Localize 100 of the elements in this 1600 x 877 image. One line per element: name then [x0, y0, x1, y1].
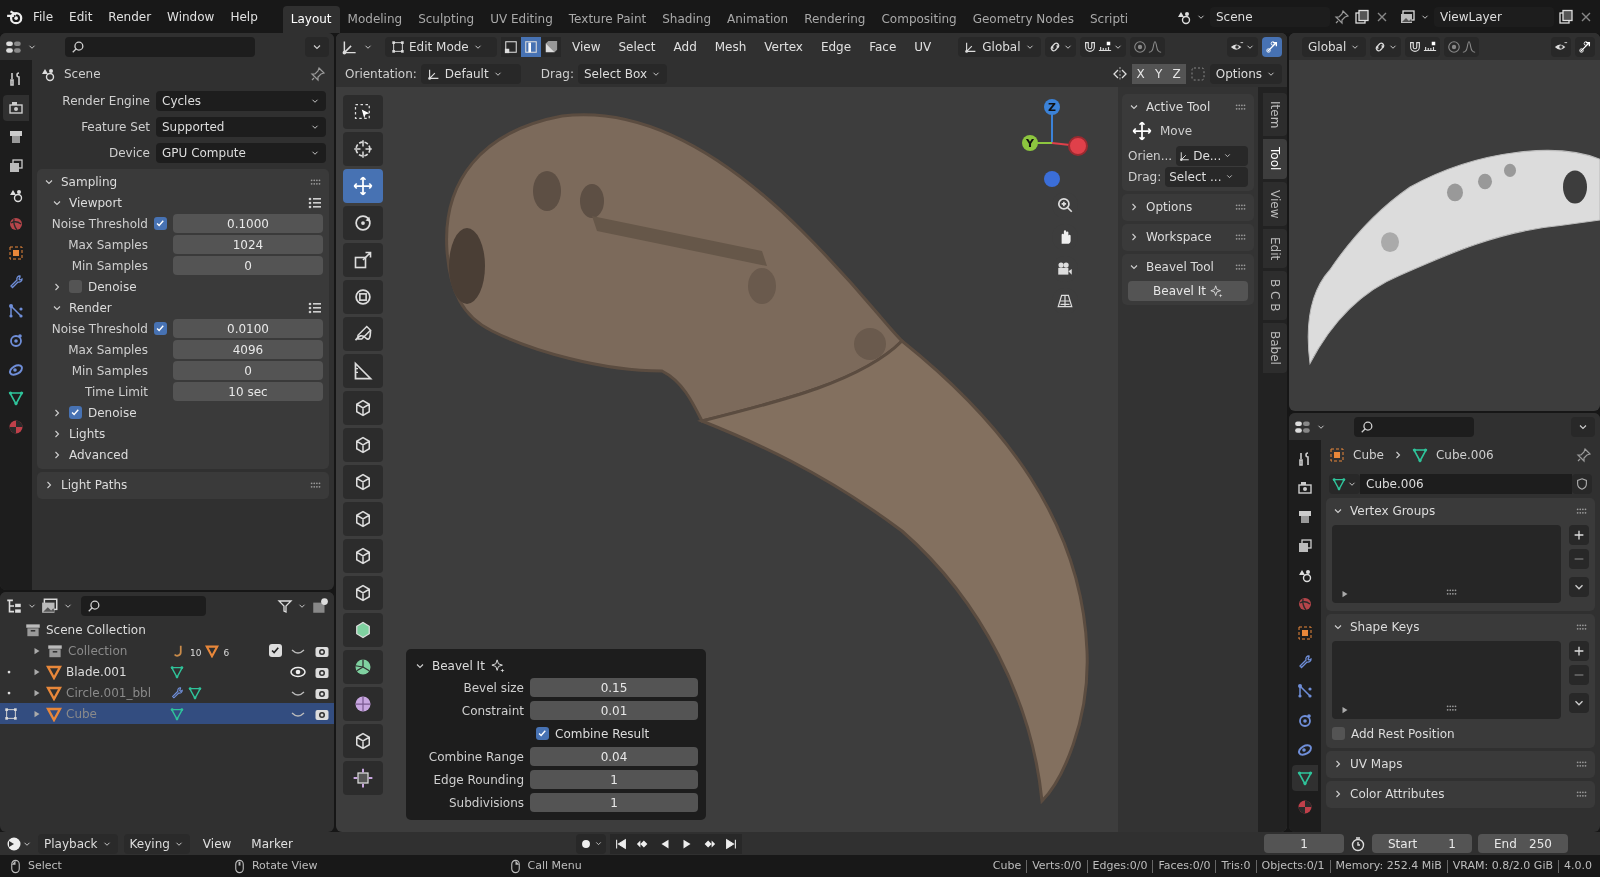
- subpanel-title[interactable]: Denoise: [88, 277, 137, 296]
- menu-item[interactable]: File: [26, 5, 61, 28]
- orientation-dropdown[interactable]: Global: [958, 36, 1041, 57]
- menu-item[interactable]: Vertex: [757, 35, 810, 58]
- number-field[interactable]: 0.15: [530, 678, 698, 697]
- current-frame-field[interactable]: 1: [1264, 834, 1344, 853]
- view-layer-field[interactable]: ViewLayer: [1434, 6, 1554, 27]
- panel-title[interactable]: Beavel It: [432, 656, 485, 675]
- drag-dropdown[interactable]: Select Box: [578, 63, 668, 84]
- menu-item[interactable]: Select: [611, 35, 663, 58]
- status-stat: Objects:0/1: [1261, 857, 1325, 874]
- workspace-tab[interactable]: Shading: [654, 6, 719, 33]
- menu-item[interactable]: Edit: [62, 5, 100, 28]
- datablock-field[interactable]: Cube.006: [1360, 474, 1572, 494]
- number-field[interactable]: 4096: [173, 340, 323, 359]
- number-field[interactable]: 0.1000: [173, 214, 323, 233]
- workspace-tab[interactable]: Modeling: [339, 6, 411, 33]
- workspace-tab[interactable]: Scripti: [1081, 6, 1137, 33]
- menu-item[interactable]: Help: [223, 5, 265, 28]
- menu-item[interactable]: Mesh: [707, 35, 754, 58]
- sidebar-tab[interactable]: Babel: [1263, 322, 1287, 373]
- field-label: Constraint: [460, 702, 524, 720]
- dropdown-field[interactable]: Supported: [156, 117, 326, 137]
- number-field[interactable]: 1: [530, 770, 698, 789]
- number-field[interactable]: 1: [530, 793, 698, 812]
- menu-item[interactable]: View: [565, 35, 608, 58]
- orientation-dropdown[interactable]: Default: [420, 63, 521, 84]
- subpanel-title[interactable]: Viewport: [69, 193, 123, 212]
- field-label: Orien...: [1128, 147, 1173, 165]
- menu-item[interactable]: UV: [907, 35, 939, 58]
- panel-title[interactable]: Light Paths: [61, 475, 128, 494]
- field-label: Max Samples: [67, 236, 148, 254]
- field-label: Subdivisions: [448, 794, 524, 812]
- field-label: Max Samples: [67, 341, 148, 359]
- status-hint: Call Menu: [527, 857, 582, 874]
- checkbox-label: Combine Result: [555, 725, 650, 743]
- outliner-row[interactable]: Blade.001: [0, 661, 334, 682]
- orientation-dropdown[interactable]: De...: [1176, 145, 1248, 166]
- start-frame-field[interactable]: Start 1: [1372, 834, 1472, 853]
- end-frame-field[interactable]: End 250: [1478, 834, 1568, 853]
- subpanel-title[interactable]: Denoise: [88, 403, 137, 422]
- number-field[interactable]: 1024: [173, 235, 323, 254]
- number-field[interactable]: 0.01: [530, 701, 698, 720]
- panel-title[interactable]: Active Tool: [1146, 97, 1211, 116]
- workspace-tab[interactable]: Geometry Nodes: [964, 6, 1082, 33]
- panel-title[interactable]: Vertex Groups: [1350, 501, 1436, 520]
- field-label: Device: [107, 145, 150, 162]
- breadcrumb-item[interactable]: Cube: [1353, 446, 1384, 464]
- number-field[interactable]: 0.04: [530, 747, 698, 766]
- subpanel-title[interactable]: Render: [69, 298, 112, 317]
- menu-item[interactable]: Render: [101, 5, 159, 28]
- status-stat: VRAM: 0.8/2.0 GiB: [1452, 857, 1553, 874]
- menu-item[interactable]: Marker: [244, 832, 300, 855]
- axis-toggle[interactable]: X: [1131, 63, 1150, 84]
- axis-toggle[interactable]: Z: [1167, 63, 1186, 84]
- sidebar-tab[interactable]: Edit: [1263, 229, 1287, 269]
- item-name: Circle.001_bbl: [66, 684, 152, 702]
- number-field[interactable]: 10 sec: [173, 382, 323, 401]
- dropdown-field[interactable]: Cycles: [156, 91, 326, 111]
- number-field[interactable]: 0: [173, 361, 323, 380]
- menu-item[interactable]: Add: [666, 35, 704, 58]
- subpanel-title[interactable]: Lights: [69, 424, 106, 443]
- menu-item[interactable]: Face: [862, 35, 904, 58]
- panel-title[interactable]: UV Maps: [1350, 754, 1403, 773]
- panel-title[interactable]: Beavel Tool: [1146, 257, 1214, 276]
- operator-button[interactable]: Beavel It: [1128, 281, 1248, 301]
- subpanel-title[interactable]: Advanced: [69, 445, 129, 464]
- workspace-tab[interactable]: UV Editing: [482, 6, 561, 33]
- workspace-tab[interactable]: Animation: [719, 6, 797, 33]
- outliner-row[interactable]: Circle.001_bbl: [0, 682, 334, 703]
- scene-field[interactable]: Scene: [1210, 6, 1330, 27]
- panel-title[interactable]: Sampling: [61, 172, 118, 191]
- outliner-row[interactable]: Collection 10 6: [0, 640, 334, 661]
- field-label: Combine Range: [427, 748, 524, 766]
- field-label: Drag:: [540, 65, 574, 83]
- breadcrumb-item[interactable]: Cube.006: [1436, 446, 1494, 464]
- workspace-tab[interactable]: Rendering: [796, 6, 874, 33]
- sidebar-tab[interactable]: Tool: [1263, 139, 1287, 179]
- outliner-row[interactable]: Scene Collection: [0, 619, 334, 640]
- workspace-tab[interactable]: Compositing: [873, 6, 965, 33]
- orientation-dropdown[interactable]: Global: [1302, 36, 1367, 57]
- number-field[interactable]: 0: [173, 256, 323, 275]
- workspace-tab[interactable]: Texture Paint: [560, 6, 655, 33]
- panel-title[interactable]: Shape Keys: [1350, 617, 1420, 636]
- menu-item[interactable]: Edge: [813, 35, 859, 58]
- menu-item[interactable]: View: [195, 832, 239, 855]
- workspace-tab[interactable]: Layout: [282, 6, 340, 33]
- sidebar-tab[interactable]: Item: [1263, 93, 1287, 137]
- dropdown-field[interactable]: GPU Compute: [156, 143, 326, 163]
- number-field[interactable]: 0.0100: [173, 319, 323, 338]
- workspace-tab[interactable]: Sculpting: [410, 6, 483, 33]
- sidebar-tab[interactable]: B C B: [1263, 271, 1287, 320]
- mode-dropdown[interactable]: Edit Mode: [385, 36, 497, 57]
- menu-item[interactable]: Window: [160, 5, 222, 28]
- menu-dropdown[interactable]: Playback: [38, 833, 118, 854]
- menu-dropdown[interactable]: Keying: [123, 833, 190, 854]
- options-dropdown[interactable]: Options: [1209, 63, 1282, 84]
- drag-dropdown[interactable]: Select ...: [1165, 166, 1248, 187]
- sidebar-tab[interactable]: View: [1263, 181, 1287, 227]
- axis-toggle[interactable]: Y: [1149, 63, 1168, 84]
